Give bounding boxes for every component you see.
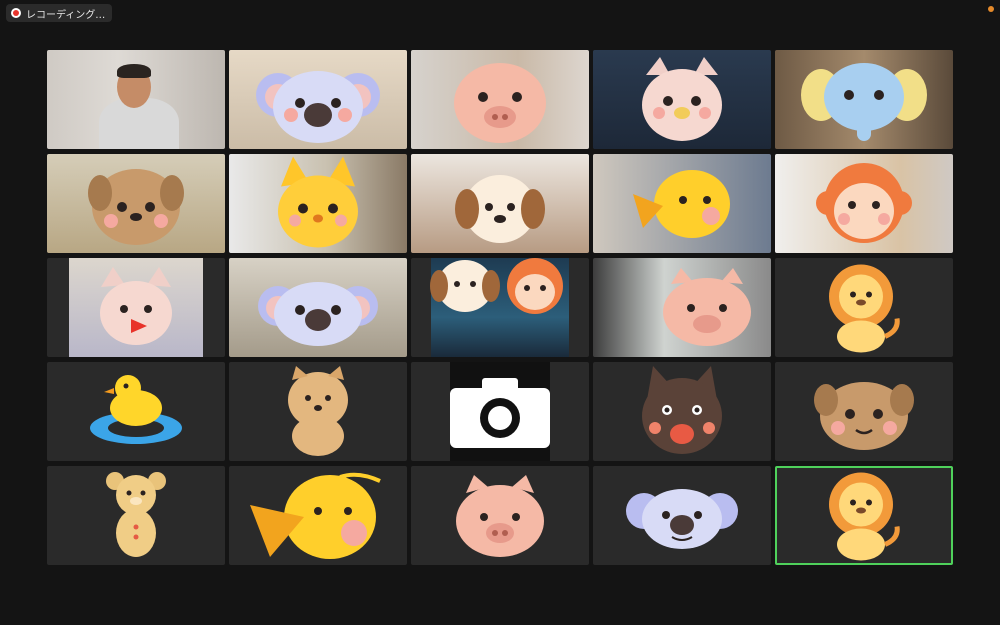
participant-tile-11[interactable]	[47, 258, 225, 357]
participant-tile-20[interactable]	[775, 362, 953, 461]
pomeranian-icon	[288, 365, 348, 456]
window-status-dot	[988, 6, 994, 12]
fox-mask-icon	[278, 156, 358, 247]
participant-tile-22[interactable]	[229, 466, 407, 565]
cat-mask-icon	[100, 266, 172, 345]
participant-tile-3[interactable]	[411, 50, 589, 149]
participant-tile-24[interactable]	[593, 466, 771, 565]
participant-tile-15[interactable]	[775, 258, 953, 357]
participant-tile-7[interactable]	[229, 154, 407, 253]
dog-icon	[814, 381, 914, 450]
participant-tile-16[interactable]	[47, 362, 225, 461]
participant-tile-25-active-speaker[interactable]	[775, 466, 953, 565]
participant-tile-18[interactable]	[411, 362, 589, 461]
koala-icon	[626, 488, 738, 549]
duck-icon	[90, 374, 182, 444]
lion-icon	[829, 264, 900, 352]
cat-mask-icon	[642, 56, 722, 141]
elephant-mask-icon	[801, 62, 927, 141]
bird-mask-icon	[633, 169, 730, 238]
record-icon	[11, 8, 21, 18]
lion-icon	[829, 472, 900, 560]
bird-icon	[250, 472, 381, 559]
puppy-mask-icon	[455, 174, 545, 243]
participant-tile-19[interactable]	[593, 362, 771, 461]
participant-tile-4[interactable]	[593, 50, 771, 149]
recording-indicator[interactable]: レコーディング…	[6, 4, 113, 22]
monkey-mask-icon	[816, 162, 912, 243]
koala-mask-icon	[256, 70, 380, 143]
participant-tile-6[interactable]	[47, 154, 225, 253]
participant-tile-13[interactable]	[411, 258, 589, 357]
participant-tile-5[interactable]	[775, 50, 953, 149]
participant-tile-23[interactable]	[411, 466, 589, 565]
participant-tile-8[interactable]	[411, 154, 589, 253]
teddy-bear-icon	[106, 471, 166, 557]
gallery-grid	[47, 50, 953, 565]
participant-tile-9[interactable]	[593, 154, 771, 253]
participant-tile-21[interactable]	[47, 466, 225, 565]
wolf-icon	[642, 365, 722, 454]
participant-tile-2[interactable]	[229, 50, 407, 149]
participant-tile-14[interactable]	[593, 258, 771, 357]
participant-tile-10[interactable]	[775, 154, 953, 253]
pig-mask-icon	[454, 62, 546, 143]
dog-mask-icon	[88, 168, 184, 245]
participant-tile-12[interactable]	[229, 258, 407, 357]
koala-mask-icon	[258, 281, 378, 346]
camera-icon	[450, 377, 550, 448]
participant-tile-17[interactable]	[229, 362, 407, 461]
puppy-monkey-mask-icon	[430, 258, 563, 314]
pig-mask-icon	[662, 267, 751, 346]
participant-tile-1[interactable]	[47, 50, 225, 149]
person-hair	[117, 64, 151, 78]
pig-icon	[456, 474, 544, 557]
recording-label: レコーディング…	[26, 9, 106, 21]
